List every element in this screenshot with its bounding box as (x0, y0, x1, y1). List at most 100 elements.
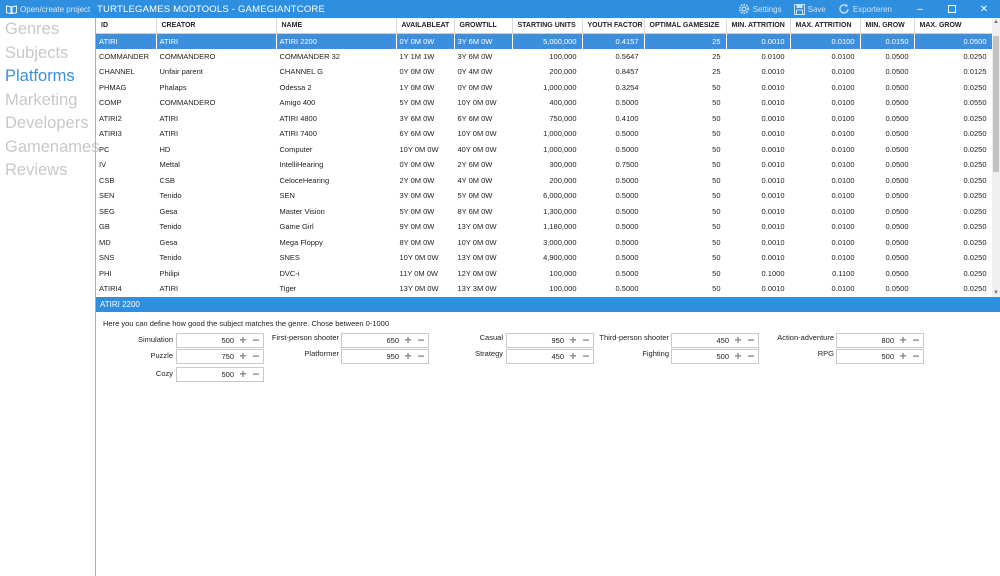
table-cell[interactable]: ATIRI3 (96, 126, 156, 142)
table-cell[interactable]: Game Girl (275, 219, 396, 235)
table-cell[interactable]: 0.0010 (726, 142, 790, 158)
table-cell[interactable]: 0.1000 (726, 266, 790, 282)
genre-value-input[interactable]: 500 (177, 368, 234, 381)
table-cell[interactable]: 3Y 6M 0W (395, 110, 454, 126)
sidebar-item-gamenames[interactable]: Gamenames (0, 136, 99, 160)
table-cell[interactable]: 0.0100 (790, 173, 860, 189)
table-cell[interactable]: 0.0250 (914, 157, 992, 173)
table-cell[interactable]: 0.0250 (914, 142, 992, 158)
table-cell[interactable]: SEG (96, 204, 156, 220)
table-cell[interactable]: 0.0500 (860, 281, 914, 297)
table-cell[interactable]: CSB (155, 172, 276, 188)
table-cell[interactable]: ATIRI (155, 33, 276, 49)
table-row[interactable]: ATIRI3 ATIRI ATIRI 7400 6Y 6M 0W 10Y 0M 0W 1,… (96, 126, 992, 142)
table-cell[interactable]: 0.5000 (582, 95, 644, 111)
table-cell[interactable]: 0.5000 (582, 235, 644, 251)
column-header-starting-units[interactable]: STARTING UNITS (512, 18, 583, 34)
table-cell[interactable]: ATIRI 7400 (275, 126, 396, 142)
table-row[interactable]: GB Tenido Game Girl 9Y 0M 0W 13Y 0M 0W 1,180,… (96, 219, 992, 235)
table-cell[interactable]: 0.0500 (860, 219, 914, 235)
table-cell[interactable]: 0.5000 (582, 173, 644, 189)
table-cell[interactable]: 0.0250 (914, 80, 992, 96)
table-cell[interactable]: 1,180,000 (511, 219, 582, 235)
table-cell[interactable]: 10Y 0M 0W (453, 126, 512, 142)
table-cell[interactable]: 0.8457 (582, 64, 644, 80)
table-cell[interactable]: IntelliHearing (275, 157, 396, 173)
table-cell[interactable]: 0.0500 (860, 157, 914, 173)
table-cell[interactable]: 6Y 6M 0W (453, 110, 512, 126)
table-cell[interactable]: 0Y 0M 0W (395, 64, 454, 80)
table-cell[interactable]: CHANNEL (96, 64, 156, 80)
table-cell[interactable]: 0.0010 (726, 80, 790, 96)
table-cell[interactable]: SNES (275, 250, 396, 266)
grid-scrollbar[interactable]: ▲ ▼ (992, 18, 1000, 297)
table-cell[interactable]: 750,000 (511, 110, 582, 126)
table-cell[interactable]: 10Y 0M 0W (453, 234, 512, 250)
table-cell[interactable]: 200,000 (511, 172, 582, 188)
table-cell[interactable]: CHANNEL G (275, 64, 396, 80)
table-cell[interactable]: SEN (96, 188, 156, 204)
table-cell[interactable]: 0.4100 (582, 111, 644, 127)
table-cell[interactable]: 5,000,000 (511, 33, 582, 49)
table-cell[interactable]: 0.0100 (790, 111, 860, 127)
table-cell[interactable]: 1,000,000 (511, 141, 582, 157)
table-row[interactable]: SEN Tenido SEN 3Y 0M 0W 5Y 0M 0W 6,000,000 0.5… (96, 188, 992, 204)
table-row[interactable]: COMP COMMANDERO Amigo 400 5Y 0M 0W 10Y 0M 0W… (96, 95, 992, 111)
table-cell[interactable]: 0.0100 (790, 281, 860, 297)
table-cell[interactable]: 100,000 (511, 281, 582, 297)
table-cell[interactable]: 0.0010 (726, 95, 790, 111)
table-cell[interactable]: PC (96, 142, 156, 158)
table-cell[interactable]: 0.0125 (914, 64, 992, 80)
table-cell[interactable]: 6,000,000 (511, 188, 582, 204)
table-cell[interactable]: 0.0150 (860, 33, 914, 49)
table-cell[interactable]: 50 (644, 281, 726, 297)
table-cell[interactable]: 50 (644, 80, 726, 96)
table-cell[interactable]: 1Y 1M 1W (395, 48, 454, 64)
table-cell[interactable]: 1,300,000 (511, 203, 582, 219)
table-cell[interactable]: 0.0010 (726, 235, 790, 251)
table-cell[interactable]: 0Y 0M 0W (395, 33, 454, 49)
table-cell[interactable]: 100,000 (511, 265, 582, 281)
table-cell[interactable]: 4Y 0M 0W (453, 172, 512, 188)
table-row[interactable]: ATIRI4 ATIRI Tiger 13Y 0M 0W 13Y 3M 0W 100,00… (96, 281, 992, 297)
table-cell[interactable]: 25 (644, 49, 726, 65)
table-cell[interactable]: 200,000 (511, 64, 582, 80)
table-cell[interactable]: 0.5000 (582, 142, 644, 158)
table-cell[interactable]: COMMANDER 32 (275, 48, 396, 64)
table-cell[interactable]: GB (96, 219, 156, 235)
table-cell[interactable]: 25 (644, 64, 726, 80)
table-cell[interactable]: 300,000 (511, 157, 582, 173)
table-row[interactable]: PC HD Computer 10Y 0M 0W 40Y 0M 0W 1,000,000 0… (96, 141, 992, 158)
table-cell[interactable]: 13Y 0M 0W (453, 219, 512, 235)
table-cell[interactable]: CeloceHearing (275, 172, 396, 188)
table-cell[interactable]: 0.0010 (726, 157, 790, 173)
column-header-availableat[interactable]: AVAILABLEAT (396, 18, 455, 34)
table-cell[interactable]: 0.4157 (582, 33, 644, 49)
table-cell[interactable]: 0.0500 (860, 235, 914, 251)
table-row[interactable]: SNS Tenido SNES 10Y 0M 0W 13Y 0M 0W 4,900,000… (96, 250, 992, 266)
open-project-button[interactable]: Open/create project (0, 5, 94, 14)
table-cell[interactable]: ATIRI4 (96, 281, 156, 297)
scroll-up-icon[interactable]: ▲ (992, 18, 1000, 26)
table-cell[interactable]: 0.0250 (914, 235, 992, 251)
table-cell[interactable]: 0.0010 (726, 64, 790, 80)
table-cell[interactable]: 50 (644, 235, 726, 251)
genre-stepper-rpg[interactable]: 500 + − (836, 349, 924, 364)
table-cell[interactable]: 0.0250 (914, 266, 992, 282)
table-cell[interactable]: ATIRI (155, 110, 276, 126)
table-cell[interactable]: ATIRI2 (96, 111, 156, 127)
table-cell[interactable]: 12Y 0M 0W (453, 265, 512, 281)
table-cell[interactable]: 0.0500 (860, 95, 914, 111)
table-row[interactable]: IV Mettal IntelliHearing 0Y 0M 0W 2Y 6M 0W 30… (96, 157, 992, 173)
plus-icon[interactable]: + (237, 368, 249, 381)
column-header-min-grow[interactable]: MIN. GROW (860, 18, 915, 34)
table-cell[interactable]: Tenido (155, 219, 276, 235)
table-cell[interactable]: COMP (96, 95, 156, 111)
sidebar-item-platforms[interactable]: Platforms (0, 65, 95, 89)
table-cell[interactable]: SNS (96, 250, 156, 266)
close-button[interactable]: ✕ (968, 0, 1000, 18)
table-cell[interactable]: ATIRI (96, 33, 156, 49)
table-cell[interactable]: 0.0010 (726, 188, 790, 204)
table-cell[interactable]: 4,900,000 (511, 250, 582, 266)
table-cell[interactable]: 5Y 0M 0W (395, 95, 454, 111)
